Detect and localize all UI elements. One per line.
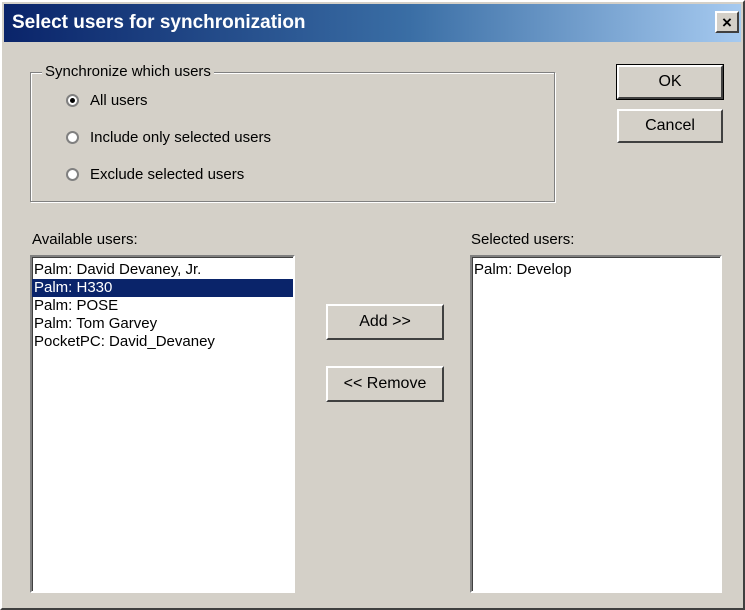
group-legend: Synchronize which users <box>42 63 214 80</box>
radio-button-icon[interactable] <box>66 94 79 107</box>
radio-label: Include only selected users <box>90 129 271 146</box>
add-button[interactable]: Add >> <box>326 304 444 340</box>
selected-users-label: Selected users: <box>471 231 575 248</box>
dialog-title: Select users for synchronization <box>12 12 306 33</box>
remove-button[interactable]: << Remove <box>326 366 444 402</box>
radio-include-selected[interactable]: Include only selected users <box>66 129 271 146</box>
list-item[interactable]: Palm: Tom Garvey <box>32 315 293 333</box>
radio-exclude-selected[interactable]: Exclude selected users <box>66 166 244 183</box>
radio-button-icon[interactable] <box>66 131 79 144</box>
cancel-button[interactable]: Cancel <box>617 109 723 143</box>
available-users-label: Available users: <box>32 231 138 248</box>
radio-button-icon[interactable] <box>66 168 79 181</box>
selected-users-list[interactable]: Palm: Develop <box>470 255 722 593</box>
list-item[interactable]: PocketPC: David_Devaney <box>32 333 293 351</box>
list-item[interactable]: Palm: POSE <box>32 297 293 315</box>
ok-button[interactable]: OK <box>616 64 724 100</box>
radio-label: All users <box>90 92 148 109</box>
radio-label: Exclude selected users <box>90 166 245 183</box>
radio-all-users[interactable]: All users <box>66 92 148 109</box>
list-item[interactable]: Palm: Develop <box>472 261 720 279</box>
close-icon[interactable]: × <box>715 11 739 33</box>
list-item[interactable]: Palm: David Devaney, Jr. <box>32 261 293 279</box>
title-bar[interactable]: Select users for synchronization × <box>4 4 741 42</box>
sync-users-dialog: Select users for synchronization × Synch… <box>0 0 745 610</box>
list-item[interactable]: Palm: H330 <box>32 279 293 297</box>
available-users-list[interactable]: Palm: David Devaney, Jr. Palm: H330 Palm… <box>30 255 295 593</box>
